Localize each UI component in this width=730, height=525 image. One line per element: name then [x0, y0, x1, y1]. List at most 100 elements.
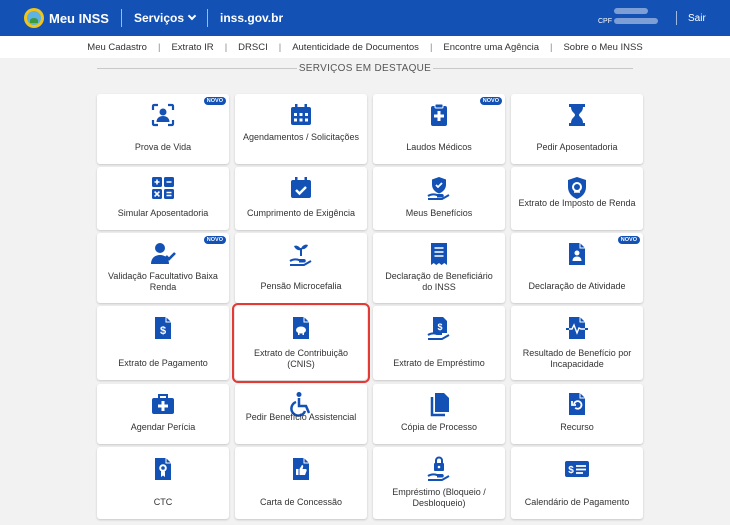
hourglass-icon	[564, 102, 590, 128]
service-card[interactable]: Pedir Benefício Assistencial	[235, 384, 367, 444]
service-card-label: Agendar Perícia	[130, 422, 196, 432]
user-name-redacted	[614, 8, 648, 15]
calendar-icon	[288, 102, 314, 128]
service-card[interactable]: Extrato de Contribuição (CNIS)	[232, 303, 370, 383]
inss-logo-icon[interactable]	[24, 8, 44, 28]
service-card[interactable]: Laudos Médicos NOVO	[373, 94, 505, 164]
service-card-label: Laudos Médicos	[406, 142, 472, 152]
piggy-document-icon	[288, 315, 314, 341]
service-card-label: Declaração de Beneficiário do INSS	[385, 271, 493, 292]
cpf-value-redacted	[613, 18, 658, 25]
service-card-label: Carta de Concessão	[259, 497, 343, 507]
service-card-label: Pensão Microcefalia	[260, 281, 342, 291]
hand-lock-icon	[426, 456, 452, 482]
header-bar: Meu INSS Serviços inss.gov.br CPF Sair	[0, 0, 730, 36]
service-card[interactable]: Recurso	[511, 384, 643, 444]
undo-document-icon	[564, 391, 590, 417]
service-card-label: Pedir Benefício Assistencial	[245, 412, 357, 422]
medical-kit-icon	[150, 391, 176, 417]
service-card[interactable]: Validação Facultativo Baixa Renda NOVO	[97, 233, 229, 303]
services-menu-label[interactable]: Serviços	[134, 11, 184, 25]
service-card[interactable]: Resultado de Benefício por Incapacidade	[511, 306, 643, 380]
receipt-icon	[426, 241, 452, 267]
header-divider	[676, 11, 677, 25]
person-check-icon	[150, 241, 176, 267]
service-card[interactable]: Declaração de Beneficiário do INSS	[373, 233, 505, 303]
service-card-label: Prova de Vida	[134, 142, 192, 152]
service-card-label: CTC	[153, 497, 173, 507]
header-divider	[120, 9, 122, 27]
calendar-check-icon	[288, 175, 314, 201]
service-card[interactable]: Pensão Microcefalia	[235, 233, 367, 303]
heartbeat-document-icon	[564, 315, 590, 341]
service-card-label: Declaração de Atividade	[528, 281, 626, 291]
services-menu[interactable]: Serviços	[134, 11, 197, 25]
nav-link[interactable]: Extrato IR	[171, 42, 213, 53]
service-card[interactable]: Extrato de Imposto de Renda	[511, 167, 643, 230]
service-card-label: Validação Facultativo Baixa Renda	[108, 271, 218, 292]
service-card[interactable]: Agendamentos / Solicitações	[235, 94, 367, 164]
service-card-label: Extrato de Contribuição (CNIS)	[253, 348, 349, 369]
service-card-label: Empréstimo (Bloqueio / Desbloqueio)	[392, 487, 486, 508]
service-card-label: Meus Benefícios	[405, 208, 473, 218]
service-card-label: Extrato de Pagamento	[118, 358, 208, 368]
money-card-icon: $	[564, 456, 590, 482]
service-card-label: Calendário de Pagamento	[524, 497, 630, 507]
service-card[interactable]: Empréstimo (Bloqueio / Desbloqueio)	[373, 447, 505, 519]
nav-separator: |	[278, 41, 282, 53]
nav-separator: |	[429, 41, 433, 53]
service-card-label: Recurso	[560, 422, 594, 432]
service-card[interactable]: $ Extrato de Pagamento	[97, 306, 229, 380]
service-card-label: Extrato de Imposto de Renda	[518, 198, 636, 208]
person-document-icon	[564, 241, 590, 267]
header-divider	[207, 9, 209, 27]
service-card[interactable]: Agendar Perícia	[97, 384, 229, 444]
cpf-label: CPF	[598, 18, 612, 25]
service-card[interactable]: Prova de Vida NOVO	[97, 94, 229, 164]
nav-link[interactable]: Autenticidade de Documentos	[292, 42, 419, 53]
svg-text:$: $	[437, 322, 442, 332]
svg-text:$: $	[568, 465, 574, 476]
nav-link[interactable]: Meu Cadastro	[87, 42, 147, 53]
new-badge: NOVO	[203, 236, 226, 244]
nav-link[interactable]: Encontre uma Agência	[443, 42, 539, 53]
app-title[interactable]: Meu INSS	[49, 11, 109, 26]
hand-document-icon: $	[426, 315, 452, 341]
service-card[interactable]: Cumprimento de Exigência	[235, 167, 367, 230]
money-document-icon: $	[150, 315, 176, 341]
service-card-label: Agendamentos / Solicitações	[242, 132, 360, 142]
service-card[interactable]: Pedir Aposentadoria	[511, 94, 643, 164]
service-card-label: Simular Aposentadoria	[117, 208, 209, 218]
service-card-label: Resultado de Benefício por Incapacidade	[522, 348, 632, 369]
medical-clipboard-icon	[426, 102, 452, 128]
nav-link[interactable]: DRSCI	[238, 42, 268, 53]
service-card[interactable]: Cópia de Processo	[373, 384, 505, 444]
logout-button[interactable]: Sair	[688, 13, 706, 24]
service-card[interactable]: Declaração de Atividade NOVO	[511, 233, 643, 303]
service-card-label: Extrato de Empréstimo	[393, 358, 485, 368]
service-card[interactable]: CTC	[97, 447, 229, 519]
domain-link[interactable]: inss.gov.br	[220, 11, 283, 25]
service-card-label: Cumprimento de Exigência	[246, 208, 356, 218]
service-card-label: Pedir Aposentadoria	[536, 142, 618, 152]
new-badge: NOVO	[617, 236, 640, 244]
nav-separator: |	[550, 41, 553, 53]
top-navigation: Meu Cadastro | Extrato IR | DRSCI | Autenticid…	[0, 36, 730, 58]
hand-plant-icon	[288, 241, 314, 267]
service-card[interactable]: Meus Benefícios	[373, 167, 505, 230]
new-badge: NOVO	[479, 97, 502, 105]
chevron-down-icon[interactable]	[187, 11, 197, 21]
thumbs-up-document-icon	[288, 456, 314, 482]
hand-shield-icon	[426, 175, 452, 201]
service-card[interactable]: $ Extrato de Empréstimo	[373, 306, 505, 380]
section-divider	[433, 68, 633, 69]
nav-separator: |	[224, 41, 228, 53]
person-scan-icon	[150, 102, 176, 128]
user-info: CPF	[598, 7, 658, 27]
calculator-icon	[150, 175, 176, 201]
svg-text:$: $	[160, 325, 166, 337]
service-card[interactable]: $ Calendário de Pagamento	[511, 447, 643, 519]
nav-link[interactable]: Sobre o Meu INSS	[563, 42, 642, 53]
service-card[interactable]: Simular Aposentadoria	[97, 167, 229, 230]
service-card[interactable]: Carta de Concessão	[235, 447, 367, 519]
